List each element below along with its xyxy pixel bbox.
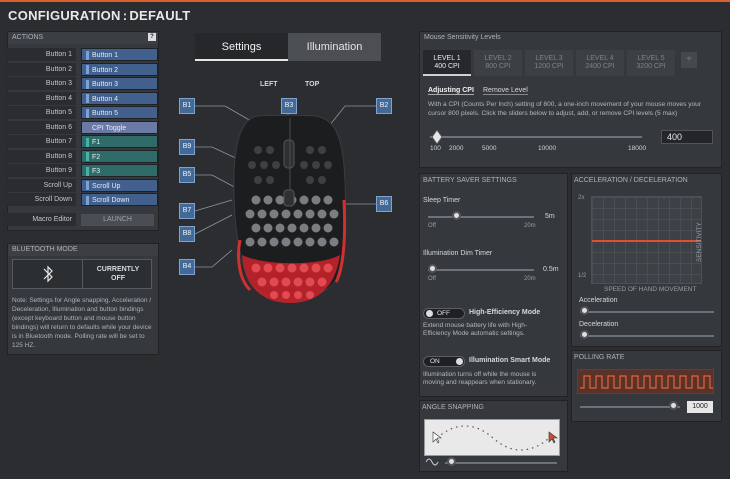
sleep-timer-value: 5m [545,213,555,220]
sleep-timer-label: Sleep Timer [423,197,461,204]
acceleration-slider[interactable] [580,311,714,313]
mouse-button-b1[interactable]: B1 [179,98,195,114]
battery-header: BATTERY SAVER SETTINGS [423,177,517,184]
dim-timer-label: Illumination Dim Timer [423,250,493,257]
cpi-tick-label: 10000 [538,145,557,152]
accel-graph [591,196,702,284]
dim-timer-value: 0.5m [543,266,559,273]
polling-value[interactable]: 1000 [687,401,713,413]
accel-y-label: SENSITIVITY [696,222,703,262]
cpi-level-tab[interactable]: LEVEL 4 2400 CPI [576,50,624,76]
cpi-value-input[interactable]: 400 [661,130,713,144]
cpi-level-tab[interactable]: LEVEL 3 1200 CPI [525,50,573,76]
tab-remove-level[interactable]: Remove Level [483,87,528,95]
dim-max-label: 20m [524,276,536,282]
acceleration-label: Acceleration [579,297,618,304]
polling-slider[interactable] [580,406,680,408]
high-efficiency-toggle[interactable]: OFF [423,308,465,319]
illumination-smart-label: Illumination Smart Mode [469,357,551,364]
deceleration-slider[interactable] [580,335,714,337]
sensitivity-header: Mouse Sensitivity Levels [420,32,721,44]
wave-icon [426,458,439,466]
cpi-tick-label: 2000 [449,145,464,152]
dim-timer-handle[interactable] [428,264,437,273]
mouse-button-b4[interactable]: B4 [179,259,195,275]
cpi-level-tab[interactable]: LEVEL 5 3200 CPI [627,50,675,76]
mouse-button-b6[interactable]: B6 [376,196,392,212]
add-level-button[interactable]: + [681,52,697,68]
illumination-smart-toggle[interactable]: ON [423,356,465,367]
accel-header: ACCELERATION / DECELERATION [574,177,688,184]
sleep-timer-handle[interactable] [452,211,461,220]
tab-adjusting-cpi[interactable]: Adjusting CPI [428,87,474,95]
accel-y-bottom: 1/2 [578,273,587,279]
deceleration-label: Deceleration [579,321,619,328]
angle-header: ANGLE SNAPPING [422,404,484,411]
accel-y-top: 2x [578,195,585,201]
dim-timer-slider[interactable] [428,269,534,271]
mouse-button-b8[interactable]: B8 [179,226,195,242]
deceleration-handle[interactable] [580,330,589,339]
mouse-button-b9[interactable]: B9 [179,139,195,155]
mouse-button-b3[interactable]: B3 [281,98,297,114]
mouse-button-b5[interactable]: B5 [179,167,195,183]
cpi-slider-track[interactable] [430,136,642,138]
cpi-description: With a CPI (Counts Per Inch) setting of … [428,101,702,117]
mouse-button-b7[interactable]: B7 [179,203,195,219]
accel-curve [592,240,701,242]
mouse-button-b2[interactable]: B2 [376,98,392,114]
cpi-tick-label: 5000 [482,145,497,152]
polling-header: POLLING RATE [574,354,625,361]
polling-handle[interactable] [669,401,678,410]
angle-snapping-slider[interactable] [445,462,557,464]
sleep-timer-slider[interactable] [428,216,534,218]
angle-snapping-preview [424,419,560,456]
sleep-min-label: Off [428,223,436,229]
high-efficiency-label: High-Efficiency Mode [469,309,541,316]
dim-min-label: Off [428,276,436,282]
cpi-slider-handle[interactable] [432,130,442,144]
acceleration-handle[interactable] [580,306,589,315]
high-efficiency-desc: Extend mouse battery life with High-Effi… [423,322,528,337]
accel-x-label: SPEED OF HAND MOVEMENT [604,286,697,293]
cpi-tick-label: 18000 [628,145,647,152]
cpi-level-tab[interactable]: LEVEL 2 800 CPI [474,50,522,76]
cpi-tick-label: 100 [430,145,441,152]
cpi-level-tab[interactable]: LEVEL 1 400 CPI [423,50,471,76]
illumination-smart-desc: Illumination turns off while the mouse i… [423,371,537,386]
polling-waveform [577,369,714,394]
angle-snapping-handle[interactable] [447,457,456,466]
sleep-max-label: 20m [524,223,536,229]
